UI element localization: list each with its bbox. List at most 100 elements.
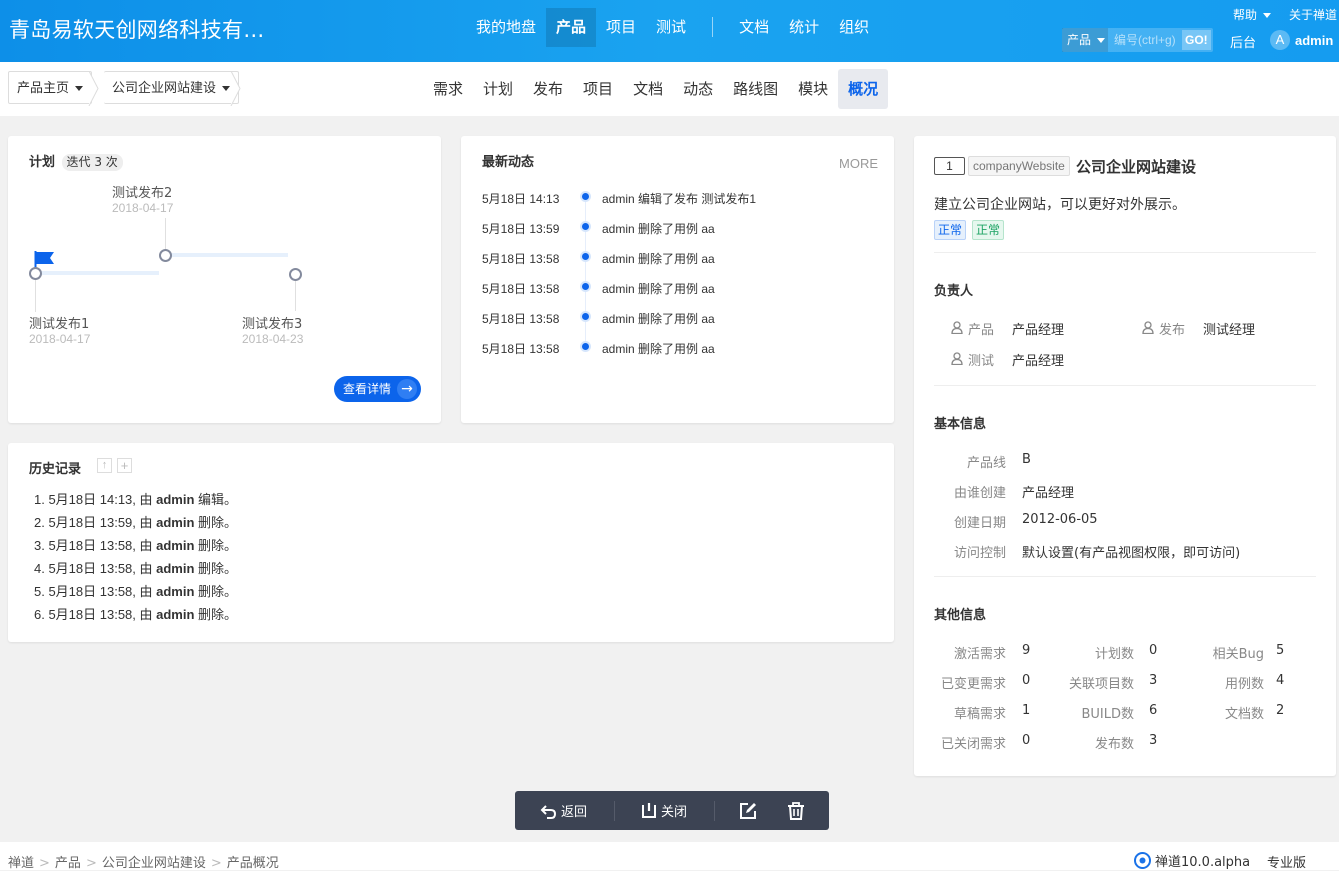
stat-label: 发布数 [1094, 737, 1134, 752]
expand-plus-icon[interactable]: + [117, 458, 132, 473]
back-button[interactable]: 返回 [540, 801, 614, 820]
timeline-stem [165, 218, 166, 250]
tab-roadmap[interactable]: 路线图 [723, 69, 788, 109]
tab-plan[interactable]: 计划 [473, 69, 523, 109]
footer-breadcrumb: 禅道 > 产品 > 公司企业网站建设 > 产品概况 [8, 856, 279, 871]
plan-node[interactable] [29, 267, 42, 280]
delete-button[interactable] [787, 801, 805, 820]
stat-label: 用例数 [1224, 677, 1264, 692]
arrow-right-icon: → [397, 379, 418, 399]
plan-node[interactable] [159, 249, 172, 262]
sort-up-icon[interactable]: ↑ [97, 458, 112, 473]
dynamic-text[interactable]: admin 删除了用例 aa [602, 250, 715, 267]
dynamic-text[interactable]: admin 删除了用例 aa [602, 280, 715, 297]
tab-view[interactable]: 概况 [838, 69, 889, 109]
nav-company[interactable]: 组织 [829, 8, 879, 47]
basic-value: 默认设置(有产品视图权限，即可访问) [1022, 546, 1241, 561]
stat-label: 相关Bug [1212, 647, 1264, 662]
breadcrumb-product-switch[interactable]: 公司企业网站建设 [104, 71, 240, 104]
dynamics-panel: 最新动态 MORE 5月18日 14:13 admin 编辑了发布 测试发布1 5… [461, 136, 894, 423]
nav-report[interactable]: 统计 [779, 8, 829, 47]
stat-label: BUILD数 [1081, 707, 1134, 722]
dynamic-text[interactable]: admin 删除了用例 aa [602, 310, 715, 327]
tab-module[interactable]: 模块 [788, 69, 838, 109]
dynamic-item: 5月18日 13:58 admin 删除了用例 aa [482, 340, 715, 357]
product-description: 建立公司企业网站，可以更好对外展示。 [934, 197, 1186, 213]
history-action: 删除。 [194, 561, 238, 576]
stat-label: 文档数 [1224, 707, 1264, 722]
history-user: admin [156, 515, 195, 530]
nav-product[interactable]: 产品 [546, 7, 597, 47]
product-code-badge: companyWebsite [968, 156, 1070, 176]
view-details-button[interactable]: 查看详情 → [334, 376, 422, 402]
footer-crumb[interactable]: 禅道 [8, 856, 34, 871]
footer-crumb[interactable]: 公司企业网站建设 [102, 856, 206, 871]
tab-release[interactable]: 发布 [523, 69, 573, 109]
nav-qa[interactable]: 测试 [646, 8, 696, 47]
stat-value: 1 [1022, 703, 1031, 718]
dynamic-text[interactable]: admin 删除了用例 aa [602, 340, 715, 357]
history-text: 1. 5月18日 14:13, 由 [34, 492, 157, 507]
help-menu[interactable]: 帮助 [1233, 6, 1271, 23]
main-nav: 我的地盘 产品 项目 测试 文档 统计 组织 [466, 7, 879, 47]
plan-name[interactable]: 测试发布1 [29, 313, 89, 332]
tab-doc[interactable]: 文档 [623, 69, 673, 109]
divider [934, 252, 1316, 253]
plan-name[interactable]: 测试发布3 [242, 313, 302, 332]
breadcrumb-product-home[interactable]: 产品主页 [8, 71, 93, 104]
timeline-bar [168, 253, 288, 257]
back-label: 返回 [561, 805, 588, 820]
tab-dynamic[interactable]: 动态 [673, 69, 723, 109]
stat-value: 6 [1149, 703, 1158, 718]
search-type-label: 产品 [1067, 33, 1092, 47]
search-box: 产品 编号(ctrl+g) GO! [1062, 28, 1213, 52]
about-link[interactable]: 关于禅道 [1289, 6, 1337, 23]
history-action: 删除。 [194, 607, 238, 622]
basic-label: 产品线 [966, 456, 1006, 471]
timeline-stem [295, 281, 296, 311]
nav-doc[interactable]: 文档 [729, 8, 779, 47]
tab-story[interactable]: 需求 [423, 69, 473, 109]
stat-value: 4 [1276, 673, 1285, 688]
divider [934, 385, 1316, 386]
basic-label: 创建日期 [953, 516, 1006, 531]
footer-crumb[interactable]: 产品 [55, 856, 81, 871]
dynamic-text[interactable]: admin 删除了用例 aa [602, 220, 715, 237]
plan-node[interactable] [289, 268, 302, 281]
plan-name[interactable]: 测试发布2 [112, 182, 172, 201]
basic-label: 访问控制 [953, 546, 1006, 561]
top-header: 青岛易软天创网络科技有… 我的地盘 产品 项目 测试 文档 统计 组织 帮助 关… [0, 0, 1339, 62]
trash-icon [788, 801, 804, 820]
owner-label: 测试 [968, 354, 995, 369]
sub-header: 产品主页 公司企业网站建设 需求 计划 发布 项目 文档 动态 路线图 模块 概… [0, 62, 1339, 116]
company-name[interactable]: 青岛易软天创网络科技有… [9, 14, 265, 44]
more-link[interactable]: MORE [839, 156, 878, 171]
plan-count-badge: 迭代 3 次 [61, 154, 123, 171]
edit-button[interactable] [739, 802, 777, 820]
nav-project[interactable]: 项目 [596, 8, 646, 47]
timeline-bar [36, 271, 159, 275]
tab-project[interactable]: 项目 [573, 69, 623, 109]
search-go-button[interactable]: GO! [1182, 30, 1211, 50]
owner-label: 发布 [1159, 323, 1186, 338]
stat-value: 9 [1022, 643, 1031, 658]
dynamic-dot [580, 191, 591, 202]
status-tags: 正常 正常 [934, 220, 1010, 240]
stat-label: 关联项目数 [1068, 677, 1134, 692]
nav-my[interactable]: 我的地盘 [466, 8, 546, 47]
search-type-select[interactable]: 产品 [1062, 28, 1108, 52]
chevron-down-icon [75, 86, 84, 91]
dynamic-text[interactable]: admin 编辑了发布 测试发布1 [602, 190, 756, 207]
close-button[interactable]: 关闭 [640, 801, 714, 820]
backend-link[interactable]: 后台 [1230, 32, 1256, 51]
other-info-title: 其他信息 [934, 608, 987, 623]
version-link[interactable]: 禅道10.0.alpha [1134, 851, 1250, 870]
dynamic-dot [580, 311, 591, 322]
help-label: 帮助 [1232, 8, 1257, 22]
history-panel: 历史记录 ↑ + 1. 5月18日 14:13, 由 admin 编辑。 2. … [8, 443, 894, 642]
history-action: 删除。 [194, 584, 238, 599]
plan-date: 2018-04-17 [29, 332, 91, 346]
search-input[interactable]: 编号(ctrl+g) [1108, 28, 1182, 52]
plan-title-label: 计划 [29, 155, 56, 170]
user-menu[interactable]: A admin [1270, 30, 1339, 50]
